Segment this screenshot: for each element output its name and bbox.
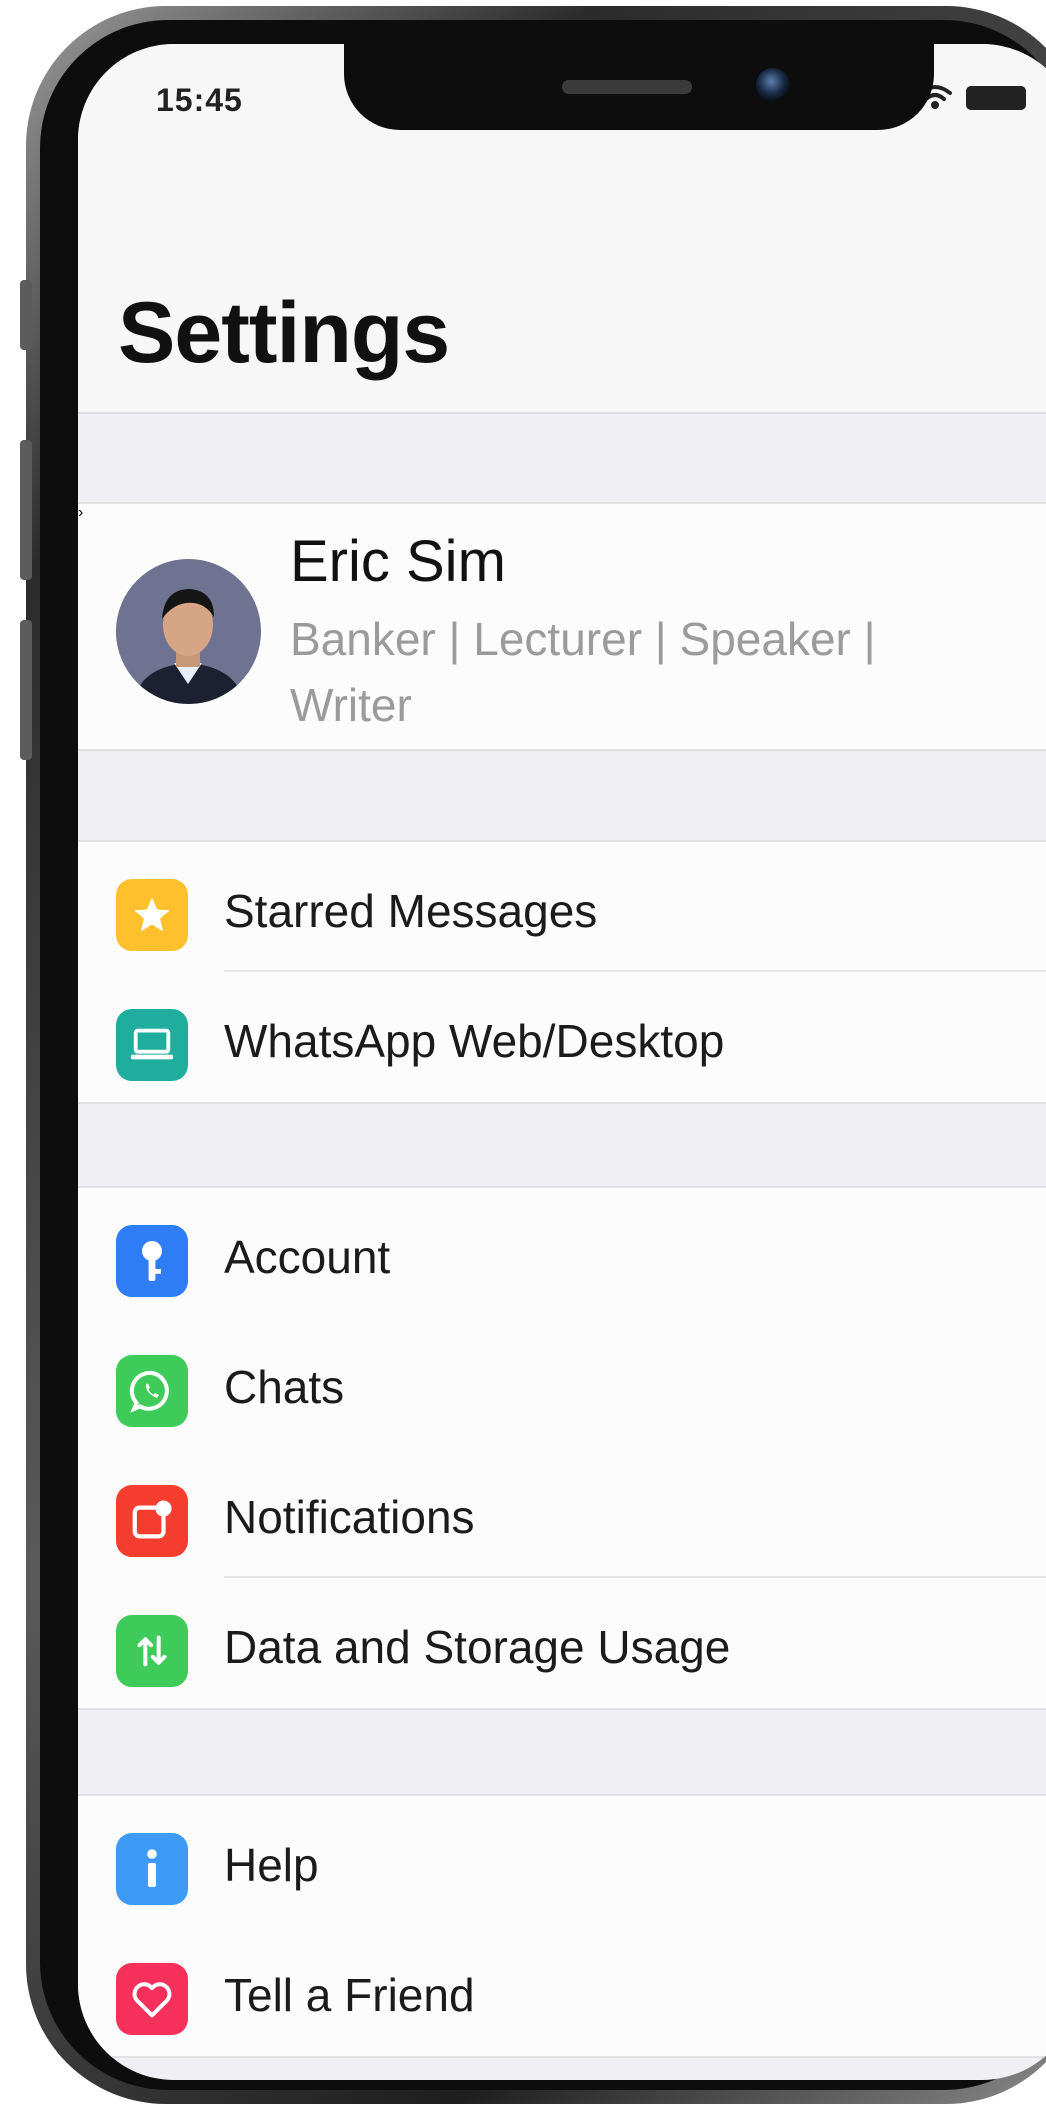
- row-notifications[interactable]: Notifications ›: [78, 1448, 1046, 1578]
- data-arrows-icon: [116, 1615, 188, 1687]
- chevron-right-icon: ›: [78, 504, 84, 521]
- info-icon: [116, 1833, 188, 1905]
- star-icon: [116, 879, 188, 951]
- settings-group-main: Account › Chats › Notifications › Data a…: [78, 1186, 1046, 1710]
- profile-name: Eric Sim: [290, 529, 506, 594]
- battery-icon: [966, 86, 1026, 110]
- row-label: Starred Messages: [224, 885, 598, 937]
- key-icon: [116, 1225, 188, 1297]
- row-account[interactable]: Account ›: [78, 1188, 1046, 1318]
- mute-switch: [20, 280, 32, 350]
- row-starred-messages[interactable]: Starred Messages ›: [78, 842, 1046, 972]
- phone-screen: 15:45 Settings Eric Sim Banker | Lecture…: [78, 44, 1046, 2080]
- avatar[interactable]: [116, 559, 261, 704]
- row-chats[interactable]: Chats ›: [78, 1318, 1046, 1448]
- row-label: Notifications: [224, 1491, 475, 1543]
- row-whatsapp-web[interactable]: WhatsApp Web/Desktop ›: [78, 972, 1046, 1102]
- row-label: Account: [224, 1231, 391, 1283]
- row-data-storage[interactable]: Data and Storage Usage ›: [78, 1578, 1046, 1708]
- front-camera: [756, 68, 790, 102]
- settings-group-support: Help › Tell a Friend ›: [78, 1794, 1046, 2058]
- notch: [344, 44, 934, 130]
- row-label: Tell a Friend: [224, 1969, 475, 2021]
- heart-icon: [116, 1963, 188, 2035]
- whatsapp-icon: [116, 1355, 188, 1427]
- profile-status: Banker | Lecturer | Speaker | Writer: [290, 613, 876, 731]
- notification-icon: [116, 1485, 188, 1557]
- row-label: Data and Storage Usage: [224, 1621, 731, 1673]
- laptop-icon: [116, 1009, 188, 1081]
- row-label: Chats: [224, 1361, 345, 1413]
- profile-row[interactable]: Eric Sim Banker | Lecturer | Speaker | W…: [78, 504, 1046, 749]
- row-tell-a-friend[interactable]: Tell a Friend ›: [78, 1926, 1046, 2056]
- status-time: 15:45: [156, 82, 243, 118]
- volume-down-button: [20, 620, 32, 760]
- row-help[interactable]: Help ›: [78, 1796, 1046, 1926]
- volume-up-button: [20, 440, 32, 580]
- earpiece-speaker: [562, 80, 692, 94]
- row-label: WhatsApp Web/Desktop: [224, 1015, 725, 1067]
- page-title: Settings: [118, 285, 450, 381]
- profile-section: Eric Sim Banker | Lecturer | Speaker | W…: [78, 502, 1046, 751]
- settings-group-messages: Starred Messages › WhatsApp Web/Desktop …: [78, 840, 1046, 1104]
- row-label: Help: [224, 1839, 319, 1891]
